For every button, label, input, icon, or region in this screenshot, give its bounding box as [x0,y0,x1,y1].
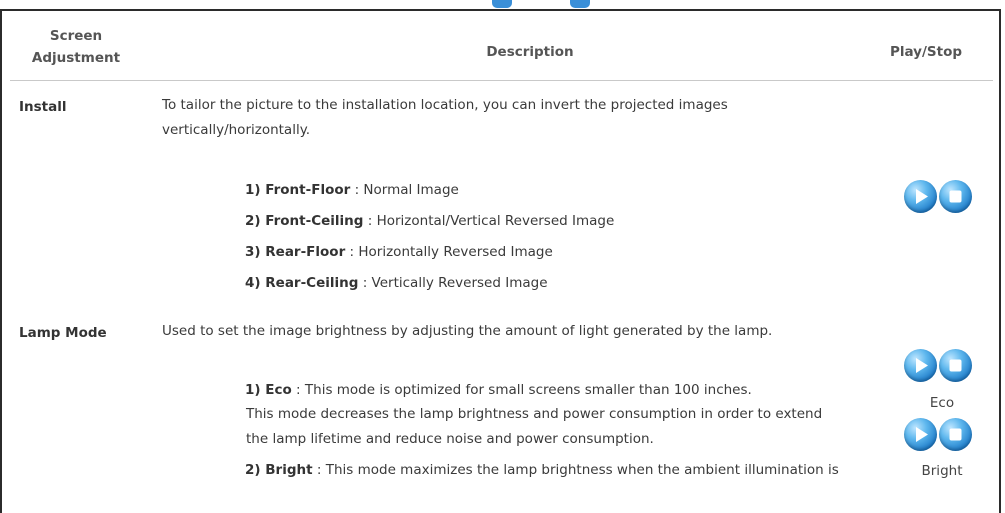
install-item-front-floor: 1) Front-Floor : Normal Image [245,178,459,202]
install-item-front-ceiling: 2) Front-Ceiling : Horizontal/Vertical R… [245,209,614,233]
lamp-bright-play-stop-buttons [904,418,972,451]
install-item-desc: : Normal Image [350,182,459,198]
lamp-mode-label: Lamp Mode [19,325,107,341]
lamp-item-bright: 2) Bright : This mode maximizes the lamp… [245,458,839,482]
install-item-name: 2) Front-Ceiling [245,213,364,229]
lamp-eco-play-stop-buttons [904,349,972,382]
play-icon [916,427,928,442]
lamp-mode-description: Used to set the image brightness by adju… [162,323,773,339]
play-icon [916,189,928,204]
install-item-name: 3) Rear-Floor [245,244,346,260]
stop-icon [949,190,962,203]
install-description: To tailor the picture to the installatio… [162,97,728,138]
lamp-item-name: 1) Eco [245,382,292,398]
top-tab-right [570,0,590,8]
bright-play-button[interactable] [904,418,937,451]
bright-stop-button[interactable] [939,418,972,451]
lamp-item-eco: 1) Eco : This mode is optimized for smal… [245,378,752,402]
install-item-desc: : Horizontal/Vertical Reversed Image [363,213,615,229]
header-description: Description [486,44,574,60]
install-item-rear-floor: 3) Rear-Floor : Horizontally Reversed Im… [245,240,553,264]
lamp-eco-continuation-1: This mode decreases the lamp brightness … [246,406,823,422]
install-item-rear-ceiling: 4) Rear-Ceiling : Vertically Reversed Im… [245,271,548,295]
lamp-item-desc: : This mode is optimized for small scree… [291,382,752,398]
bright-button-label: Bright [921,463,963,479]
eco-stop-button[interactable] [939,349,972,382]
install-item-desc: : Vertically Reversed Image [358,275,548,291]
eco-play-button[interactable] [904,349,937,382]
lamp-eco-continuation-2: the lamp lifetime and reduce noise and p… [246,431,654,447]
stop-icon [949,359,962,372]
header-divider [10,80,993,81]
install-stop-button[interactable] [939,180,972,213]
install-play-button[interactable] [904,180,937,213]
install-play-stop-buttons [904,180,972,213]
header-play-stop: Play/Stop [889,44,963,60]
stop-icon [949,428,962,441]
lamp-item-name: 2) Bright [245,462,313,478]
lamp-item-desc: : This mode maximizes the lamp brightnes… [312,462,839,478]
install-item-desc: : Horizontally Reversed Image [345,244,553,260]
play-icon [916,358,928,373]
header-screen-adjustment: Screen Adjustment [31,28,121,66]
install-item-name: 4) Rear-Ceiling [245,275,359,291]
install-item-name: 1) Front-Floor [245,182,351,198]
eco-button-label: Eco [929,395,955,411]
install-label: Install [19,99,67,115]
top-tab-left [492,0,512,8]
